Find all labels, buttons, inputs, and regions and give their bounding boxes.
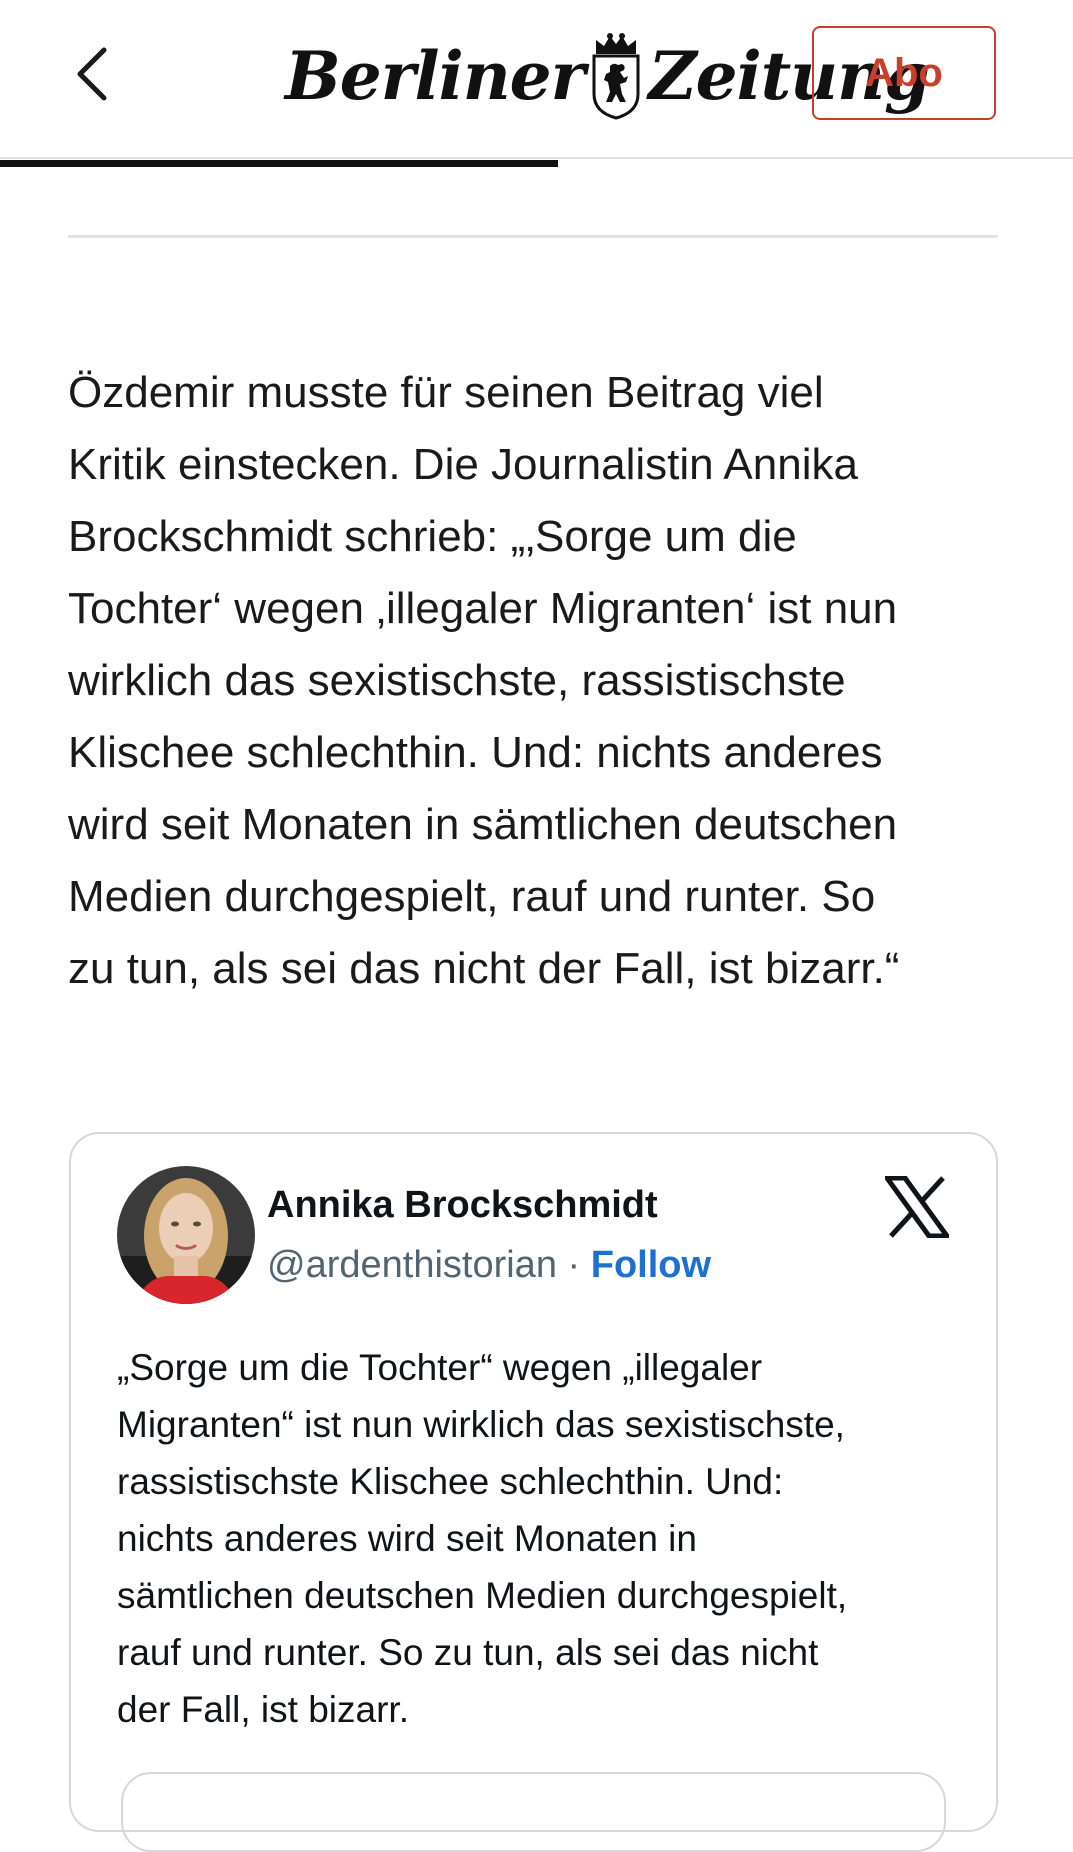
- tweet-text: „Sorge um die Tochter“ wegen „illegaler …: [117, 1347, 848, 1730]
- avatar-portrait: [117, 1166, 255, 1304]
- chevron-left-icon: [77, 47, 107, 101]
- handle-separator: ·: [556, 1244, 591, 1286]
- embedded-tweet[interactable]: Annika Brockschmidt @ardenthistorian · F…: [69, 1132, 998, 1852]
- berlin-bear-crest-icon: [592, 33, 640, 120]
- article-paragraph: Özdemir musste für seinen Beitrag viel K…: [68, 368, 900, 993]
- top-app-bar: Berliner Zeitung Abo: [0, 0, 1073, 160]
- tweet-handle-row: @ardenthistorian · Follow: [267, 1244, 711, 1287]
- tweet-handle[interactable]: @ardenthistorian: [267, 1244, 557, 1286]
- subscribe-button[interactable]: Abo: [812, 26, 996, 120]
- back-button[interactable]: [60, 36, 124, 112]
- x-logo-icon[interactable]: [885, 1176, 949, 1238]
- tweet-author-name[interactable]: Annika Brockschmidt: [267, 1184, 658, 1227]
- follow-button[interactable]: Follow: [591, 1244, 711, 1286]
- section-divider: [68, 235, 998, 238]
- profile-avatar[interactable]: [117, 1166, 255, 1304]
- header-divider: [0, 157, 1073, 159]
- logo-word-left: Berliner: [285, 37, 585, 115]
- tweet-quote-preview[interactable]: [121, 1772, 946, 1852]
- reading-progress-bar: [0, 160, 558, 167]
